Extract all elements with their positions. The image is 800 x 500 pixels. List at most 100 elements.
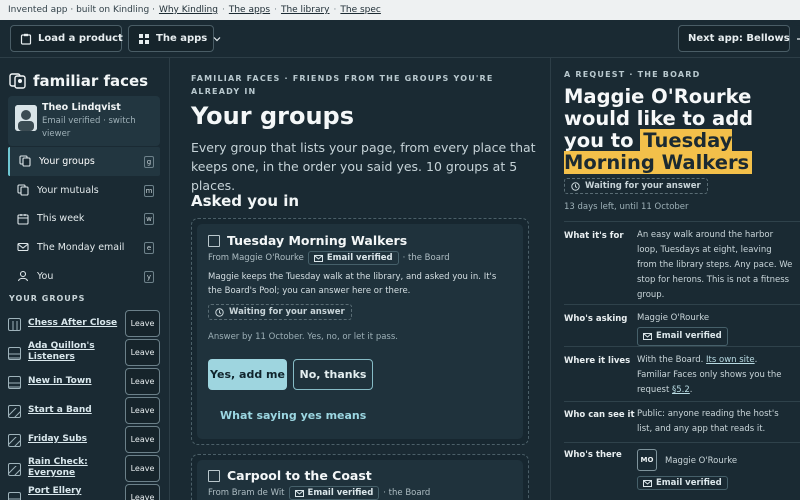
no-thanks-button[interactable]: No, thanks [293, 359, 373, 390]
page-intro: Every group that lists your page, from e… [191, 140, 536, 193]
load-product-button[interactable]: Load a product [10, 25, 137, 52]
verified-label: Email verified [656, 331, 722, 341]
group-name[interactable]: Chess After Close [28, 318, 118, 329]
user-name: Theo Lindqvist [42, 102, 121, 113]
status-badge: Waiting for your answer [208, 304, 352, 320]
next-app-button[interactable]: Next app: Bellows [678, 25, 800, 52]
spec-link[interactable]: §5.2 [672, 385, 690, 395]
load-product-label: Load a product [38, 33, 123, 44]
leave-button[interactable]: Leave [125, 484, 160, 500]
invite-place: · the Board [383, 488, 431, 498]
invite-sender: From Bram de Wit [208, 488, 285, 498]
group-item: Start a Band Leave [8, 397, 160, 425]
mutuals-icon [17, 184, 29, 196]
invite-body: Maggie keeps the Tuesday walk at the lib… [208, 272, 497, 296]
arrow-right-icon [796, 37, 800, 40]
group-diagonal-icon [8, 405, 21, 418]
clipboard-icon [20, 33, 32, 45]
status-label: Waiting for your answer [585, 181, 701, 191]
verified-label: Email verified [307, 488, 374, 498]
nav-this-week[interactable]: This week w [8, 204, 160, 233]
divider [564, 221, 800, 222]
group-icon [19, 155, 31, 167]
groups-heading: YOUR GROUPS [9, 294, 86, 303]
mail-icon [313, 254, 323, 262]
avatar [15, 105, 37, 131]
select-checkbox[interactable] [208, 470, 220, 482]
select-checkbox[interactable] [208, 235, 220, 247]
leave-button[interactable]: Leave [125, 368, 160, 395]
user-card[interactable]: Theo Lindqvist Email verified · switch v… [8, 96, 160, 146]
leave-button[interactable]: Leave [125, 339, 160, 366]
group-name[interactable]: Port Ellery [28, 486, 118, 497]
the-apps-button[interactable]: The apps [128, 25, 221, 52]
invite-from: From Maggie O'Rourke Email verified · th… [208, 251, 450, 265]
mail-icon [643, 333, 652, 340]
group-name[interactable]: Ada Quillon's Listeners [28, 341, 118, 363]
member-initials: MO [637, 449, 657, 471]
nav-your-mutuals[interactable]: Your mutuals m [8, 176, 160, 205]
where-end: . [689, 385, 693, 395]
link-why-kindling[interactable]: Why Kindling [159, 5, 218, 15]
group-name[interactable]: Rain Check: Everyone [28, 457, 118, 479]
what-label: What it's for [564, 231, 624, 241]
nav-your-groups[interactable]: Your groups g [8, 147, 160, 176]
shortcut-key: m [144, 184, 154, 197]
group-lines-icon [8, 492, 21, 500]
app-brand[interactable]: familiar faces [9, 72, 148, 90]
divider [564, 442, 800, 443]
verified-badge: Email verified [288, 486, 380, 500]
nav-you[interactable]: You y [8, 262, 160, 291]
shortcut-key: g [144, 156, 154, 168]
mail-icon [17, 243, 29, 252]
separator: · [274, 5, 277, 15]
invite-from: From Bram de Wit Email verified · the Bo… [208, 486, 430, 500]
group-item: New in Town Leave [8, 368, 160, 396]
group-item: Friday Subs Leave [8, 426, 160, 454]
group-stripes-icon [8, 318, 21, 331]
yes-add-me-button[interactable]: Yes, add me [208, 359, 287, 390]
separator: · [333, 5, 337, 15]
verified-badge: Email verified [307, 251, 399, 265]
toolbar: Load a product The apps Next app: Bellow… [0, 20, 800, 58]
nav-label: This week [37, 213, 85, 225]
group-name[interactable]: Start a Band [28, 405, 118, 416]
what-yes-means-link[interactable]: What saying yes means [220, 409, 366, 422]
next-app-label: Next app: Bellows [688, 33, 790, 44]
who-name: Maggie O'Rourke [637, 313, 710, 323]
group-name[interactable]: Friday Subs [28, 434, 118, 445]
nav-label: Your groups [39, 155, 95, 167]
where-label: Where it lives [564, 356, 631, 366]
who-label: Who's asking [564, 314, 628, 324]
clock-icon [215, 307, 224, 317]
own-site-link[interactable]: Its own site [706, 355, 755, 365]
invite-title[interactable]: Carpool to the Coast [227, 468, 372, 483]
link-the-spec[interactable]: The spec [340, 5, 381, 15]
user-status[interactable]: Email verified · switch viewer [42, 115, 156, 141]
there-label: Who's there [564, 450, 622, 460]
leave-button[interactable]: Leave [125, 310, 160, 337]
see-value: Public: anyone reading the host's list, … [637, 409, 779, 434]
nav-monday-email[interactable]: The Monday email e [8, 233, 160, 262]
invite-card: Carpool to the Coast From Bram de Wit Em… [191, 454, 529, 500]
leave-button[interactable]: Leave [125, 397, 160, 424]
mail-icon [643, 479, 652, 487]
leave-button[interactable]: Leave [125, 455, 160, 482]
top-strip-text: Invented app · built on Kindling · [8, 5, 155, 15]
link-the-apps[interactable]: The apps [229, 5, 270, 15]
there-name: Maggie O'Rourke [665, 456, 738, 466]
link-the-library[interactable]: The library [281, 5, 330, 15]
status-badge: Waiting for your answer [564, 178, 708, 194]
leave-button[interactable]: Leave [125, 426, 160, 453]
main-content: FAMILIAR FACES · FRIENDS FROM THE GROUPS… [171, 58, 549, 500]
shortcut-key: y [144, 270, 154, 283]
group-item: Port Ellery Leave [8, 484, 160, 500]
separator: · [221, 5, 225, 15]
grid-icon [139, 33, 149, 44]
group-name[interactable]: New in Town [28, 376, 118, 387]
invite-title[interactable]: Tuesday Morning Walkers [227, 233, 407, 248]
answer-by: Answer by 11 October. Yes, no, or let it… [208, 332, 398, 342]
shortcut-key: e [144, 242, 154, 255]
request-panel: A REQUEST · THE BOARD Maggie O'Rourke wo… [550, 58, 800, 500]
days-left: 13 days left, until 11 October [564, 202, 689, 212]
